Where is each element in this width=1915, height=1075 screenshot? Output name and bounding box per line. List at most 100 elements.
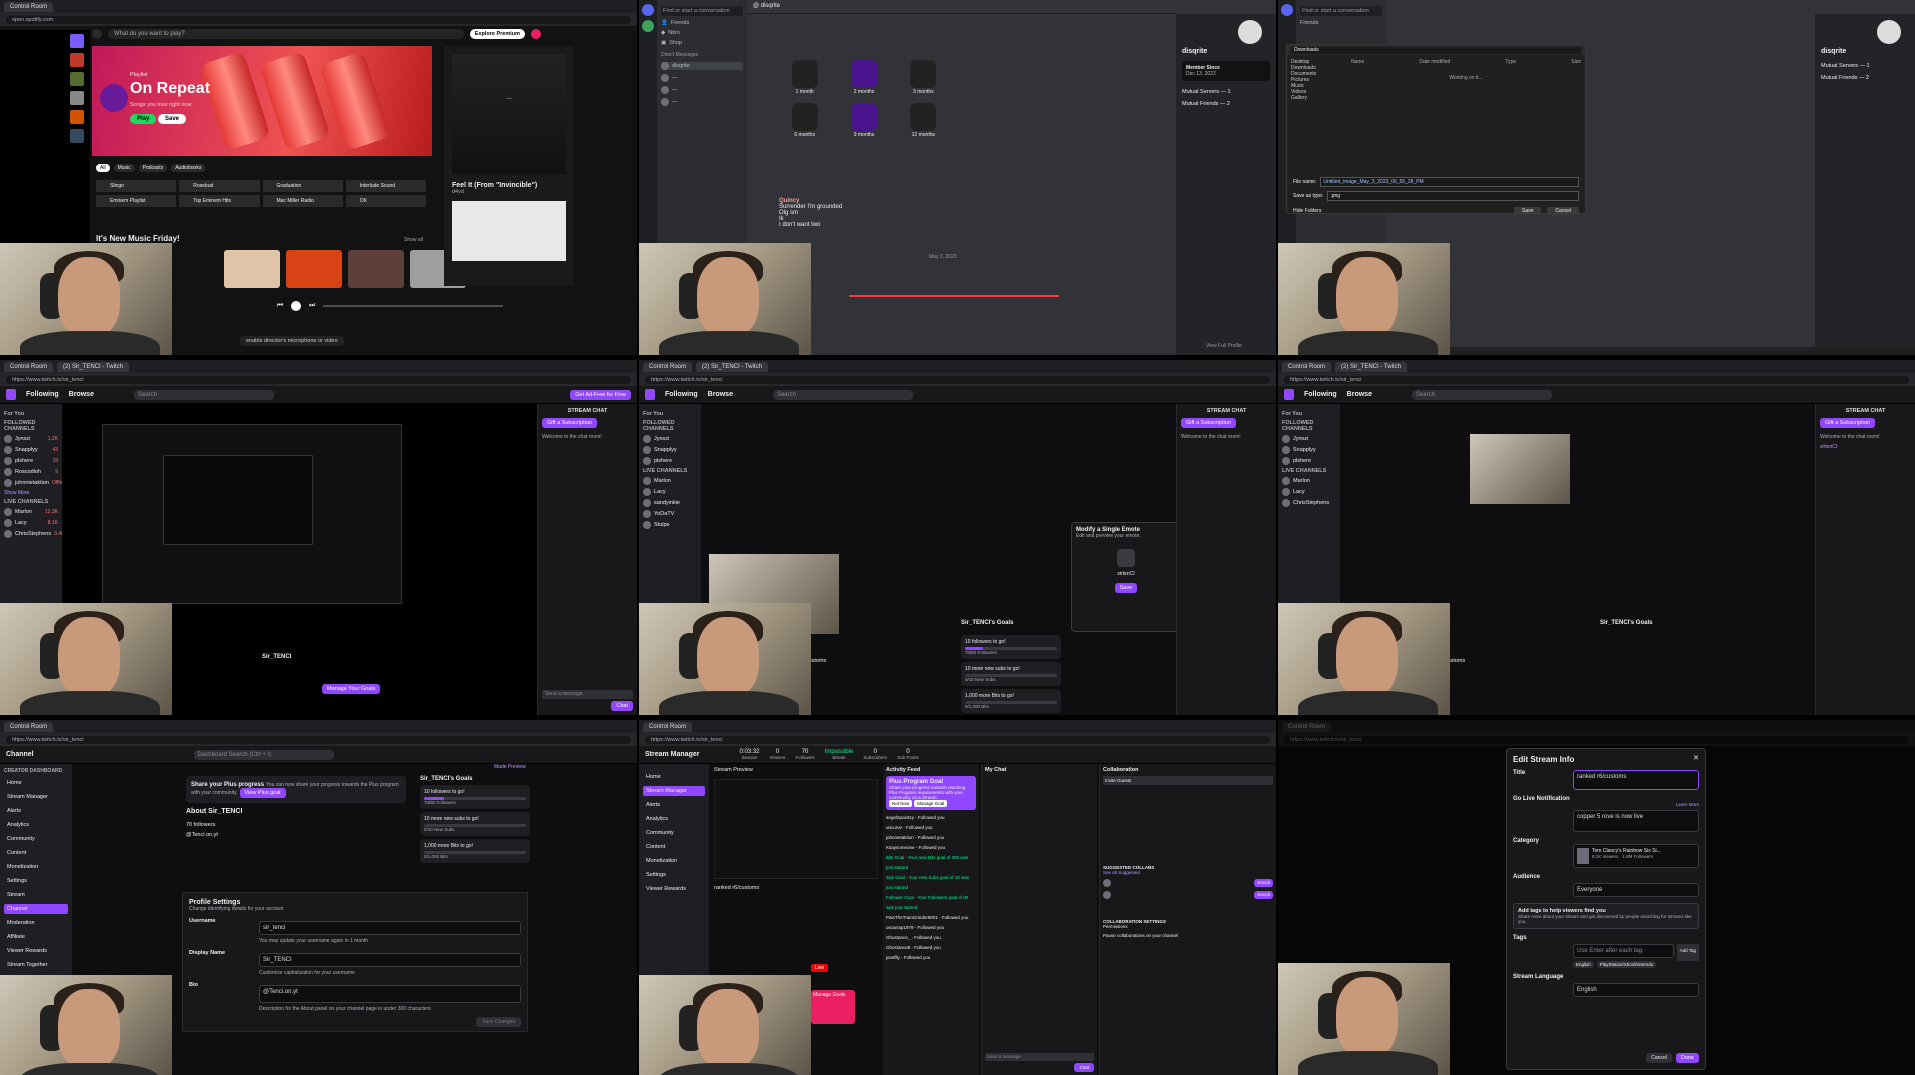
home-icon[interactable] xyxy=(92,29,102,39)
next-icon[interactable]: ⏭ xyxy=(309,302,315,310)
dashboard-search[interactable]: Dashboard Search (Ctrl + /) xyxy=(193,749,334,760)
menu-community[interactable]: Community xyxy=(643,828,705,838)
done-button[interactable]: Done xyxy=(1675,1053,1699,1063)
url-field[interactable]: https://www.twitch.tv/sir_tenci xyxy=(1284,376,1909,384)
sidebar-channel[interactable]: Marlon 12.3K xyxy=(4,508,58,516)
notification-field[interactable]: copper 5 rove is now live xyxy=(1573,810,1699,832)
explore-premium-button[interactable]: Explore Premium xyxy=(469,29,525,39)
menu-alerts[interactable]: Alerts xyxy=(643,800,705,810)
browser-tab[interactable]: (2) Sir_TENCI - Twitch xyxy=(1335,361,1407,372)
mutual-friends[interactable]: Mutual Friends — 2 xyxy=(1182,101,1270,107)
audience-select[interactable]: Everyone xyxy=(1573,883,1699,897)
view-plus-goal-button[interactable]: View Plus goal xyxy=(239,788,286,798)
tree-item[interactable]: Gallery xyxy=(1291,95,1343,101)
cancel-button[interactable]: Cancel xyxy=(1646,1053,1672,1063)
discord-home-icon[interactable] xyxy=(642,4,654,16)
hide-folders-toggle[interactable]: Hide Folders xyxy=(1293,208,1508,214)
sidebar-channel[interactable]: plshere xyxy=(643,457,697,465)
gift-sub-button[interactable]: Gift a Subscription xyxy=(1181,418,1236,428)
title-field[interactable]: ranked r6/customs xyxy=(1573,770,1699,790)
col-header[interactable]: Type xyxy=(1505,59,1516,65)
chat-input[interactable]: Send a message xyxy=(985,1053,1094,1061)
friends-link[interactable]: 👤 Friends xyxy=(661,20,743,26)
twitch-logo-icon[interactable] xyxy=(6,389,16,400)
menu-community[interactable]: Community xyxy=(4,834,68,844)
emote-code[interactable]: sirtenCI xyxy=(1076,571,1176,577)
dm-item[interactable]: — xyxy=(661,74,743,82)
library-item[interactable] xyxy=(70,72,84,86)
shortcut-tile[interactable]: Top Eminem Hits xyxy=(179,195,260,207)
learn-more-link[interactable]: Learn More xyxy=(1513,802,1699,807)
menu-analytics[interactable]: Analytics xyxy=(4,820,68,830)
save-changes-button[interactable]: Save Changes xyxy=(476,1017,521,1027)
gift-sub-button[interactable]: Gift a Subscription xyxy=(1820,418,1875,428)
chat-send-button[interactable]: Chat xyxy=(1074,1063,1094,1072)
quick-action-manage-goals[interactable]: Manage Goals xyxy=(811,990,855,1024)
album-card[interactable] xyxy=(224,250,280,288)
display-name-field[interactable]: Sir_TENCI xyxy=(259,953,521,967)
sidebar-channel[interactable]: Roscodioh 9 xyxy=(4,468,58,476)
language-select[interactable]: English xyxy=(1573,983,1699,997)
library-item[interactable] xyxy=(70,91,84,105)
mutual-servers[interactable]: Mutual Servers — 1 xyxy=(1182,89,1270,95)
tags-input[interactable]: Use Enter after each tag xyxy=(1573,944,1674,958)
sidebar-channel[interactable]: Snapplyy 43 xyxy=(4,446,58,454)
view-profile-link[interactable]: View Full Profile xyxy=(1206,343,1242,349)
library-item[interactable] xyxy=(70,129,84,143)
filter-chip[interactable]: Audiobooks xyxy=(171,164,206,172)
shortcut-tile[interactable]: Eminem Playlist xyxy=(96,195,177,207)
sidebar-channel[interactable]: Jynxzi xyxy=(1282,435,1336,443)
browser-tab[interactable]: Control Room xyxy=(4,361,54,372)
file-name-input[interactable]: Untitled_image_May_3_2023_06_55_28_PM xyxy=(1320,177,1579,187)
manage-goal-button[interactable]: Manage Goal xyxy=(914,800,948,807)
browser-tab[interactable]: Control Room xyxy=(4,721,54,732)
not-now-button[interactable]: Not Now xyxy=(889,800,913,807)
col-header[interactable]: Name xyxy=(1351,59,1364,65)
streamer-name[interactable]: Sir_TENCI xyxy=(262,654,291,660)
bio-field[interactable]: @Tenci.on.yt xyxy=(259,985,521,1003)
chat-input[interactable]: Send a message xyxy=(542,690,633,699)
menu-home[interactable]: Home xyxy=(643,772,705,782)
filter-chip[interactable]: All xyxy=(96,164,110,172)
see-all-link[interactable]: See All Suggested xyxy=(1103,870,1273,875)
dm-search[interactable]: Find or start a conversation xyxy=(661,6,743,16)
filter-chip[interactable]: Music xyxy=(113,164,135,172)
sidebar-channel[interactable]: sandyinkie xyxy=(643,499,697,507)
shortcut-tile[interactable]: Slingo xyxy=(96,180,177,192)
menu-stream-manager[interactable]: Stream Manager xyxy=(4,792,68,802)
library-item[interactable] xyxy=(70,110,84,124)
menu-affiliate[interactable]: Affiliate xyxy=(4,932,68,942)
dm-search[interactable]: Find or start a conversation xyxy=(1300,6,1382,16)
browser-tab[interactable]: (2) Sir_TENCI - Twitch xyxy=(57,361,129,372)
username-field[interactable]: sir_tenci xyxy=(259,921,521,935)
browser-tab[interactable]: (2) Sir_TENCI - Twitch xyxy=(696,361,768,372)
previous-icon[interactable]: ⏮ xyxy=(277,302,283,310)
menu-alerts[interactable]: Alerts xyxy=(4,806,68,816)
menu-viewer-rewards[interactable]: Viewer Rewards xyxy=(4,946,68,956)
menu-content[interactable]: Content xyxy=(4,848,68,858)
chat-send-button[interactable]: Chat xyxy=(611,701,633,711)
album-card[interactable] xyxy=(286,250,342,288)
close-icon[interactable]: ✕ xyxy=(1693,754,1699,762)
browser-tab[interactable]: Control Room xyxy=(1282,361,1332,372)
menu-channel[interactable]: Channel xyxy=(4,904,68,914)
shortcut-tile[interactable]: Graduation xyxy=(262,180,343,192)
nav-following[interactable]: Following xyxy=(1304,391,1337,398)
pause-collab-toggle[interactable]: Pause collaborations on your channel xyxy=(1103,933,1273,938)
mutual-friends[interactable]: Mutual Friends — 2 xyxy=(1821,75,1909,81)
menu-stream[interactable]: Stream xyxy=(4,890,68,900)
add-tag-button[interactable]: Add Tag xyxy=(1676,944,1699,961)
col-header[interactable]: Date modified xyxy=(1419,59,1450,65)
server-icon[interactable] xyxy=(642,20,654,32)
knock-button[interactable]: Knock xyxy=(1254,879,1273,887)
shortcut-tile[interactable]: Interlude Sound xyxy=(345,180,426,192)
sidebar-channel[interactable]: Jynxzi xyxy=(643,435,697,443)
sidebar-channel[interactable]: Jynxzi 1.2K xyxy=(4,435,58,443)
search-input[interactable]: Search xyxy=(772,389,913,400)
browser-tab[interactable]: Control Room xyxy=(643,721,693,732)
tag-chip[interactable]: English xyxy=(1573,961,1594,968)
dm-item[interactable]: — xyxy=(661,98,743,106)
shop-link[interactable]: ▣ Shop xyxy=(661,40,743,46)
url-field[interactable]: https://www.twitch.tv/sir_tenci xyxy=(6,376,631,384)
sidebar-channel[interactable]: YoDaTV xyxy=(643,510,697,518)
